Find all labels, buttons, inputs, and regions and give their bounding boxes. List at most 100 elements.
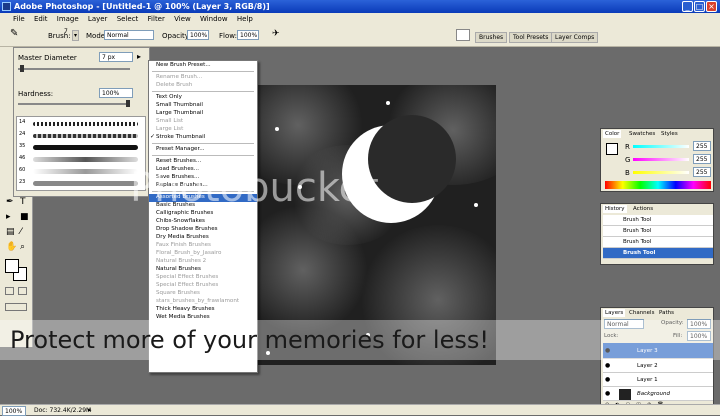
green-value-input[interactable]: 255	[693, 154, 711, 164]
visibility-eye-icon[interactable]: ●	[605, 376, 610, 383]
window-title: Adobe Photoshop - [Untitled-1 @ 100% (La…	[14, 2, 270, 11]
zoom-tool-icon[interactable]: ⌕	[20, 242, 25, 252]
brush-thumbnail-list[interactable]: 14 24 35 46 60 23	[16, 116, 146, 191]
menu-item-preset-manager[interactable]: Preset Manager...	[149, 146, 257, 154]
foreground-swatch[interactable]	[606, 143, 618, 155]
brush-row[interactable]: 24	[17, 131, 147, 140]
menu-item-faux-finish-brushes[interactable]: Faux Finish Brushes	[149, 242, 257, 250]
layer-row[interactable]: Layer 1	[603, 373, 713, 387]
green-slider[interactable]	[633, 158, 689, 161]
brush-row[interactable]: 14	[17, 119, 147, 128]
visibility-eye-icon[interactable]: ●	[605, 390, 610, 397]
type-tool-icon[interactable]: T	[20, 197, 26, 207]
tab-swatches[interactable]: Swatches	[627, 130, 657, 138]
tab-actions[interactable]: Actions	[631, 205, 655, 213]
tab-styles[interactable]: Styles	[659, 130, 680, 138]
menu-help[interactable]: Help	[237, 15, 253, 23]
well-tab-brushes[interactable]: Brushes	[475, 32, 508, 43]
brush-row[interactable]: 60	[17, 167, 147, 176]
blue-slider[interactable]	[633, 171, 689, 174]
pen-tool-icon[interactable]: ✒	[6, 197, 14, 207]
menu-item-large-thumbnail[interactable]: Large Thumbnail	[149, 110, 257, 118]
menu-item-thick-heavy-brushes[interactable]: Thick Heavy Brushes	[149, 306, 257, 314]
menu-item-stroke-thumbnail[interactable]: Stroke Thumbnail	[149, 134, 257, 142]
brush-row[interactable]: 35	[17, 143, 147, 152]
menu-item-special-effect-brushes[interactable]: Special Effect Brushes	[149, 282, 257, 290]
brush-row[interactable]: 23	[17, 179, 147, 188]
well-tab-layer-comps[interactable]: Layer Comps	[551, 32, 599, 43]
screen-mode-icon[interactable]	[5, 303, 27, 311]
maximize-button[interactable]: □	[694, 1, 705, 12]
star	[386, 101, 390, 105]
diameter-slider-thumb[interactable]	[20, 65, 24, 72]
menu-item-delete-brush[interactable]: Delete Brush	[149, 82, 257, 90]
opacity-input[interactable]: 100%	[187, 30, 209, 40]
menu-edit[interactable]: Edit	[34, 15, 48, 23]
tab-history[interactable]: History	[603, 205, 627, 213]
path-select-icon[interactable]: ▸	[6, 212, 11, 222]
master-diameter-input[interactable]: 7 px	[99, 52, 133, 62]
color-ramp[interactable]	[605, 181, 711, 189]
menu-item-natural-brushes[interactable]: Natural Brushes	[149, 266, 257, 274]
menu-file[interactable]: File	[13, 15, 25, 23]
menu-layer[interactable]: Layer	[88, 15, 108, 23]
menu-item-stars-brushes[interactable]: stars_brushes_by_frawlamont	[149, 298, 257, 306]
brush-picker-arrow-icon[interactable]: ▾	[72, 30, 80, 41]
tab-color[interactable]: Color	[603, 130, 622, 138]
menu-item-floral-brush[interactable]: Floral_Brush_by_Jasairo	[149, 250, 257, 258]
visibility-eye-icon[interactable]: ●	[605, 362, 610, 369]
flow-input[interactable]: 100%	[237, 30, 259, 40]
menu-select[interactable]: Select	[117, 15, 139, 23]
shape-tool-icon[interactable]: ■	[20, 212, 29, 222]
panel-menu-arrow-icon[interactable]: ▸	[137, 52, 141, 61]
tab-channels[interactable]: Channels	[627, 309, 656, 317]
brush-size-preview[interactable]: 7	[64, 28, 68, 35]
red-value-input[interactable]: 255	[693, 141, 711, 151]
airbrush-icon[interactable]: ✈	[272, 29, 280, 39]
history-item-current[interactable]: Brush Tool	[603, 248, 713, 259]
layer-row[interactable]: Layer 2	[603, 359, 713, 373]
history-item[interactable]: Brush Tool	[603, 237, 713, 248]
menu-item-calligraphic-brushes[interactable]: Calligraphic Brushes	[149, 210, 257, 218]
standard-mode-icon[interactable]	[5, 287, 14, 295]
menu-item-text-only[interactable]: Text Only	[149, 94, 257, 102]
quick-mask-icon[interactable]	[18, 287, 27, 295]
menu-item-rename-brush[interactable]: Rename Brush...	[149, 74, 257, 82]
menu-item-natural-brushes-2[interactable]: Natural Brushes 2	[149, 258, 257, 266]
close-button[interactable]: ×	[706, 1, 717, 12]
hand-tool-icon[interactable]: ✋	[6, 242, 17, 252]
file-browser-icon[interactable]	[456, 29, 470, 41]
foreground-color-swatch[interactable]	[5, 259, 19, 273]
menu-item-new-brush-preset[interactable]: New Brush Preset...	[149, 62, 257, 70]
well-tab-tool-presets[interactable]: Tool Presets	[509, 32, 553, 43]
red-slider[interactable]	[633, 145, 689, 148]
notes-tool-icon[interactable]: ▤	[6, 227, 15, 237]
menu-image[interactable]: Image	[57, 15, 79, 23]
tab-layers[interactable]: Layers	[603, 309, 626, 317]
brush-tool-icon[interactable]: ✎	[10, 28, 18, 39]
menu-item-small-list[interactable]: Small List	[149, 118, 257, 126]
menu-item-chibs-snowflakes[interactable]: Chibs-Snowflakes	[149, 218, 257, 226]
blue-value-input[interactable]: 255	[693, 167, 711, 177]
status-arrow-icon[interactable]: ▸	[88, 405, 92, 416]
hardness-slider[interactable]	[18, 103, 130, 105]
brush-row[interactable]: 46	[17, 155, 147, 164]
menu-view[interactable]: View	[174, 15, 191, 23]
menu-item-small-thumbnail[interactable]: Small Thumbnail	[149, 102, 257, 110]
hardness-slider-thumb[interactable]	[126, 100, 130, 107]
menu-item-dry-media-brushes[interactable]: Dry Media Brushes	[149, 234, 257, 242]
minimize-button[interactable]: _	[682, 1, 693, 12]
eyedropper-icon[interactable]: ⁄	[20, 227, 22, 237]
history-item[interactable]: Brush Tool	[603, 215, 713, 226]
mode-select[interactable]: Normal	[104, 30, 154, 40]
menu-item-special-effect-brushes[interactable]: Special Effect Brushes	[149, 274, 257, 282]
menu-item-square-brushes[interactable]: Square Brushes	[149, 290, 257, 298]
diameter-slider[interactable]	[18, 68, 130, 70]
hardness-input[interactable]: 100%	[99, 88, 133, 98]
menu-filter[interactable]: Filter	[148, 15, 165, 23]
menu-item-large-list[interactable]: Large List	[149, 126, 257, 134]
menu-item-drop-shadow-brushes[interactable]: Drop Shadow Brushes	[149, 226, 257, 234]
history-item[interactable]: Brush Tool	[603, 226, 713, 237]
tab-paths[interactable]: Paths	[657, 309, 676, 317]
menu-window[interactable]: Window	[200, 15, 228, 23]
